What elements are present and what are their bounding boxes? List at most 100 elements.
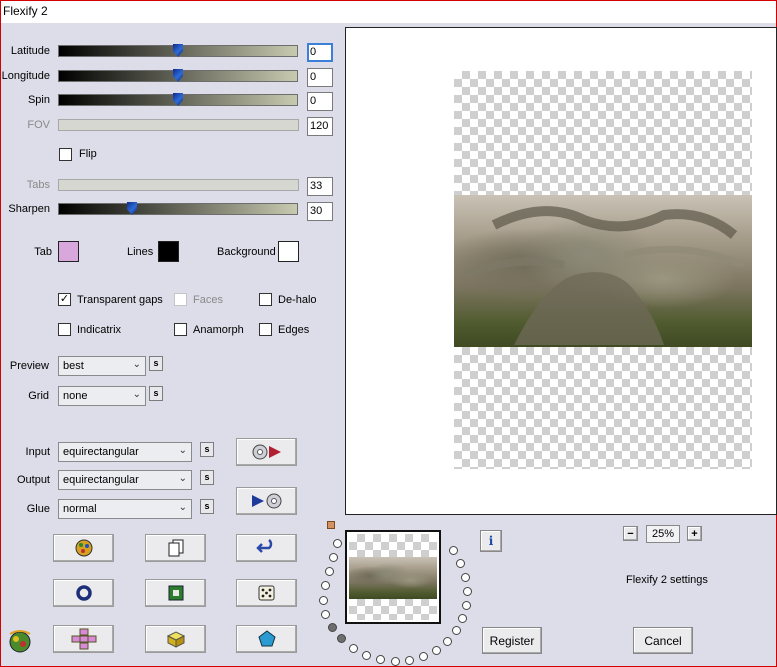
- output-select[interactable]: equirectangular ⌄: [58, 470, 192, 490]
- glue-select[interactable]: normal ⌄: [58, 499, 192, 519]
- longitude-slider[interactable]: [58, 69, 298, 82]
- longitude-input[interactable]: 0: [307, 68, 333, 87]
- spin-slider-thumb[interactable]: [173, 93, 183, 106]
- faces-checkbox[interactable]: [174, 293, 187, 306]
- tab-color-swatch[interactable]: [58, 241, 79, 262]
- palette-button[interactable]: [53, 534, 114, 562]
- tabs-slider[interactable]: [58, 179, 299, 191]
- zoom-out-button[interactable]: −: [623, 526, 638, 541]
- de-halo-label: De-halo: [278, 294, 317, 306]
- input-s-button[interactable]: s: [200, 442, 214, 457]
- plus-icon: +: [691, 527, 698, 540]
- copy-pages-button[interactable]: [145, 534, 206, 562]
- sharpen-input[interactable]: 30: [307, 202, 333, 221]
- info-icon: i: [488, 534, 494, 548]
- fov-input[interactable]: 120: [307, 117, 333, 136]
- tabs-input[interactable]: 33: [307, 177, 333, 196]
- grid-s-button[interactable]: s: [149, 386, 163, 401]
- cancel-button[interactable]: Cancel: [633, 627, 693, 654]
- input-label: Input: [25, 446, 50, 458]
- anamorph-label: Anamorph: [193, 324, 244, 336]
- random-button[interactable]: [236, 579, 297, 607]
- output-label: Output: [16, 474, 50, 486]
- orbit-dot[interactable]: [328, 623, 337, 632]
- thumbnail-preview[interactable]: [345, 530, 441, 624]
- orbit-dot[interactable]: [362, 651, 371, 660]
- orbit-dot[interactable]: [461, 573, 470, 582]
- orbit-dot[interactable]: [321, 581, 330, 590]
- anamorph-checkbox[interactable]: [174, 323, 187, 336]
- play-to-cd-button[interactable]: [236, 487, 297, 515]
- info-button[interactable]: i: [480, 530, 502, 552]
- register-button-label: Register: [489, 633, 535, 648]
- orbit-dot[interactable]: [337, 634, 346, 643]
- sharpen-slider-thumb[interactable]: [127, 202, 137, 215]
- indicatrix-checkbox[interactable]: [58, 323, 71, 336]
- spin-slider[interactable]: [58, 93, 298, 106]
- output-s-button[interactable]: s: [200, 470, 214, 485]
- glue-s-button[interactable]: s: [200, 499, 214, 514]
- preview-select[interactable]: best ⌄: [58, 356, 146, 376]
- flip-checkbox[interactable]: [59, 148, 72, 161]
- orbit-dot[interactable]: [376, 655, 385, 664]
- glue-label: Glue: [26, 503, 50, 515]
- undo-button[interactable]: [236, 534, 297, 562]
- dodecahedron-button[interactable]: [236, 625, 297, 653]
- fov-slider[interactable]: [58, 119, 299, 131]
- orbit-dot[interactable]: [432, 646, 441, 655]
- orbit-dot[interactable]: [443, 637, 452, 646]
- flexify-logo-icon: [9, 630, 31, 653]
- orbit-dot[interactable]: [452, 626, 461, 635]
- ring-button[interactable]: [53, 579, 114, 607]
- preview-canvas[interactable]: [345, 27, 777, 515]
- preview-s-button[interactable]: s: [149, 356, 163, 371]
- orbit-dot[interactable]: [462, 601, 471, 610]
- latitude-slider-thumb[interactable]: [173, 44, 183, 57]
- preview-label: Preview: [9, 360, 49, 372]
- orbit-dot[interactable]: [456, 559, 465, 568]
- latitude-slider[interactable]: [58, 44, 298, 57]
- palette-icon: [75, 539, 92, 557]
- orbit-dot[interactable]: [458, 614, 467, 623]
- tabs-label: Tabs: [26, 179, 50, 191]
- cross-layout-button[interactable]: [53, 625, 114, 653]
- zoom-in-button[interactable]: +: [687, 526, 702, 541]
- orbit-dot[interactable]: [349, 644, 358, 653]
- orbit-dot[interactable]: [329, 553, 338, 562]
- orbit-dot[interactable]: [463, 587, 472, 596]
- orbit-dot[interactable]: [405, 656, 414, 665]
- register-button[interactable]: Register: [482, 627, 542, 654]
- navigator-handle[interactable]: [327, 521, 335, 529]
- orbit-dot[interactable]: [333, 539, 342, 548]
- transparent-gaps-checkbox[interactable]: ✓: [58, 293, 71, 306]
- cancel-button-label: Cancel: [644, 633, 682, 648]
- input-select[interactable]: equirectangular ⌄: [58, 442, 192, 462]
- indicatrix-label: Indicatrix: [77, 324, 122, 336]
- longitude-slider-thumb[interactable]: [173, 69, 183, 82]
- play-from-cd-button[interactable]: [236, 438, 297, 466]
- fov-label: FOV: [27, 119, 50, 131]
- zoom-level[interactable]: 25%: [646, 525, 680, 543]
- pentagon-icon: [257, 630, 276, 647]
- orbit-dot[interactable]: [391, 657, 400, 666]
- spin-input[interactable]: 0: [307, 92, 333, 111]
- latitude-input[interactable]: 0: [307, 43, 333, 62]
- sharpen-slider[interactable]: [58, 202, 298, 215]
- sharpen-label: Sharpen: [8, 203, 50, 215]
- output-select-value: equirectangular: [63, 474, 139, 486]
- flexify-window: Flexify 2 Latitude 0 Longitude 0 Spin 0 …: [0, 0, 777, 667]
- orbit-dot[interactable]: [419, 652, 428, 661]
- cube-button[interactable]: [145, 625, 206, 653]
- background-color-swatch[interactable]: [278, 241, 299, 262]
- checker-top: [454, 71, 752, 195]
- edges-checkbox[interactable]: [259, 323, 272, 336]
- orbit-dot[interactable]: [449, 546, 458, 555]
- lines-color-swatch[interactable]: [158, 241, 179, 262]
- orbit-dot[interactable]: [325, 567, 334, 576]
- frame-button[interactable]: [145, 579, 206, 607]
- grid-select[interactable]: none ⌄: [58, 386, 146, 406]
- orbit-dot[interactable]: [321, 610, 330, 619]
- de-halo-checkbox[interactable]: [259, 293, 272, 306]
- orbit-dot[interactable]: [319, 596, 328, 605]
- transparent-gaps-label: Transparent gaps: [77, 294, 163, 306]
